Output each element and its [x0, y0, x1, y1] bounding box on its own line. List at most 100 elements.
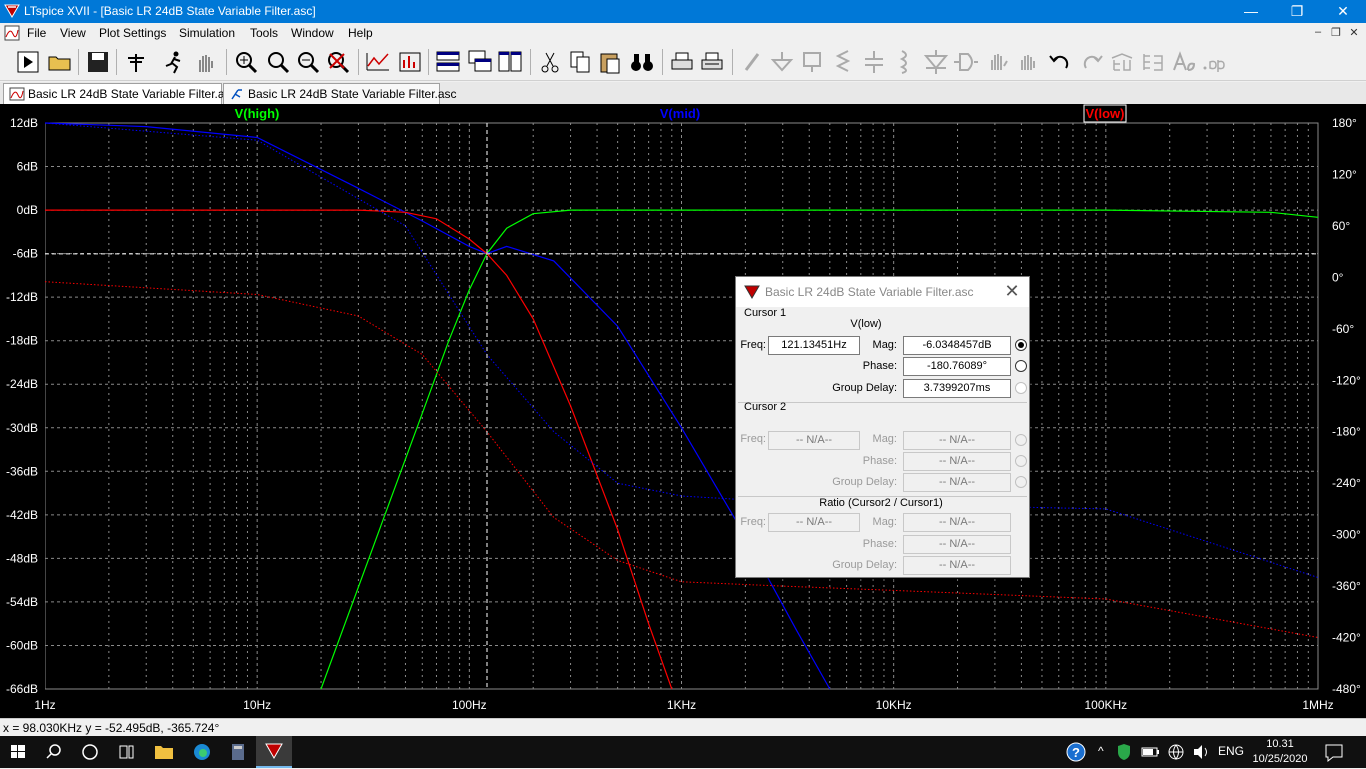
cut-icon[interactable] [536, 48, 564, 76]
ground-icon[interactable] [768, 48, 796, 76]
cursor1-group-delay-radio[interactable] [1015, 382, 1027, 394]
find-binoculars-icon[interactable] [628, 48, 656, 76]
y-left-tick-label: -42dB [6, 508, 38, 522]
cascade-icon[interactable] [466, 48, 494, 76]
menu-window[interactable]: Window [291, 26, 334, 40]
diode-icon[interactable] [922, 48, 950, 76]
mag-label: Mag: [872, 339, 897, 351]
fft-icon[interactable] [396, 48, 424, 76]
mdi-close-button[interactable]: ✕ [1344, 26, 1364, 39]
component-icon[interactable] [952, 48, 980, 76]
tab-label: Basic LR 24dB State Variable Filter.asc [248, 87, 457, 101]
save-icon[interactable] [84, 48, 112, 76]
taskbar-clock[interactable]: 10.31 10/25/2020 [1252, 737, 1308, 767]
help-icon[interactable]: ? [1058, 736, 1094, 768]
menu-view[interactable]: View [60, 26, 86, 40]
tab-waveform[interactable]: Basic LR 24dB State Variable Filter.asc [3, 83, 237, 104]
security-shield-icon[interactable] [1112, 736, 1136, 768]
copy-icon[interactable] [566, 48, 594, 76]
close-icon[interactable]: ✕ [1001, 281, 1023, 303]
task-view-icon[interactable] [108, 736, 144, 768]
trace-label-v-low[interactable]: V(low) [1086, 106, 1125, 121]
y-left-tick-label: -54dB [6, 595, 38, 609]
mdi-restore-button[interactable]: ❐ [1326, 26, 1346, 39]
undo-icon[interactable] [1046, 48, 1074, 76]
mirror-icon[interactable] [1140, 48, 1168, 76]
menu-tools[interactable]: Tools [250, 26, 278, 40]
volume-icon[interactable] [1190, 736, 1214, 768]
menu-simulation[interactable]: Simulation [179, 26, 235, 40]
text-icon[interactable] [1170, 48, 1198, 76]
edge-browser-icon[interactable] [184, 736, 220, 768]
resistor-icon[interactable] [828, 48, 856, 76]
network-globe-icon[interactable] [1164, 736, 1188, 768]
cursor1-mag-radio[interactable] [1015, 339, 1027, 351]
open-folder-icon[interactable] [46, 48, 74, 76]
trace-v-low[interactable] [45, 209, 673, 690]
inductor-icon[interactable] [890, 48, 918, 76]
cortana-icon[interactable] [72, 736, 108, 768]
autorange-icon[interactable] [364, 48, 392, 76]
document-icon[interactable] [4, 25, 20, 41]
chevron-up-icon[interactable]: ^ [1098, 744, 1104, 758]
cursor1-trace-name: V(low) [850, 318, 882, 330]
trace-label-v-mid[interactable]: V(mid) [660, 106, 700, 121]
menu-help[interactable]: Help [348, 26, 373, 40]
cursor1-group-delay-field[interactable]: 3.7399207ms [903, 379, 1011, 398]
mdi-minimize-button[interactable]: – [1308, 26, 1328, 38]
language-indicator[interactable]: ENG [1218, 744, 1244, 758]
menu-plot-settings[interactable]: Plot Settings [99, 26, 166, 40]
calculator-icon[interactable] [220, 736, 256, 768]
cursor1-mag-field[interactable]: -6.0348457dB [903, 336, 1011, 355]
close-button[interactable]: ✕ [1320, 0, 1366, 23]
cursor2-mag-radio [1015, 434, 1027, 446]
halt-icon[interactable] [160, 48, 188, 76]
ltspice-app-icon [744, 285, 760, 299]
minimize-button[interactable]: — [1228, 0, 1274, 23]
trace-v-mid[interactable] [44, 122, 831, 690]
spice-directive-icon[interactable] [1200, 48, 1228, 76]
windows-start-icon[interactable] [0, 736, 36, 768]
zoom-fit-icon[interactable] [264, 48, 292, 76]
zoom-in-icon[interactable] [232, 48, 260, 76]
print-icon[interactable] [668, 48, 696, 76]
y-right-tick-label: 120° [1332, 167, 1357, 181]
tile-vertical-icon[interactable] [496, 48, 524, 76]
trace-label-v-high[interactable]: V(high) [235, 106, 280, 121]
zoom-out-icon[interactable] [294, 48, 322, 76]
drag-hand-icon[interactable] [1014, 48, 1042, 76]
redo-icon[interactable] [1078, 48, 1106, 76]
y-left-tick-label: -6dB [13, 247, 38, 261]
plot-canvas[interactable]: 12dB 6dB 0dB -6dB -12dB -18dB -24dB -30dB -36dB -… [0, 104, 1366, 718]
label-net-icon[interactable] [798, 48, 826, 76]
rotate-icon[interactable] [1108, 48, 1136, 76]
ltspice-taskbar-button[interactable] [256, 736, 292, 768]
control-panel-icon[interactable] [122, 48, 150, 76]
notifications-icon[interactable] [1316, 736, 1352, 768]
wire-pencil-icon[interactable] [738, 48, 766, 76]
waveform-plot[interactable]: 12dB 6dB 0dB -6dB -12dB -18dB -24dB -30dB -36dB -… [0, 104, 1366, 718]
svg-text:?: ? [1072, 745, 1080, 760]
run-icon[interactable] [14, 48, 42, 76]
y-left-tick-label: 6dB [17, 160, 38, 174]
move-hand-icon[interactable] [984, 48, 1012, 76]
cursor1-freq-field[interactable]: 121.13451Hz [768, 336, 860, 355]
print-setup-icon[interactable] [698, 48, 726, 76]
file-explorer-icon[interactable] [146, 736, 182, 768]
battery-icon[interactable] [1138, 736, 1162, 768]
paste-icon[interactable] [596, 48, 624, 76]
y-right-tick-label: -240° [1332, 476, 1361, 490]
cursor1-phase-radio[interactable] [1015, 360, 1027, 372]
pan-hand-icon[interactable] [192, 48, 220, 76]
cursor-readout: x = 98.030KHz y = -52.495dB, -365.724° [3, 721, 220, 735]
search-icon[interactable] [36, 736, 72, 768]
menu-file[interactable]: File [27, 26, 46, 40]
tile-horizontal-icon[interactable] [434, 48, 462, 76]
y-right-tick-label: 60° [1332, 219, 1350, 233]
capacitor-icon[interactable] [860, 48, 888, 76]
schematic-icon [231, 89, 242, 100]
cursor1-phase-field[interactable]: -180.76089° [903, 357, 1011, 376]
zoom-cancel-icon[interactable] [324, 48, 352, 76]
tab-schematic[interactable]: Basic LR 24dB State Variable Filter.asc [223, 83, 457, 104]
restore-button[interactable]: ❐ [1274, 0, 1320, 23]
